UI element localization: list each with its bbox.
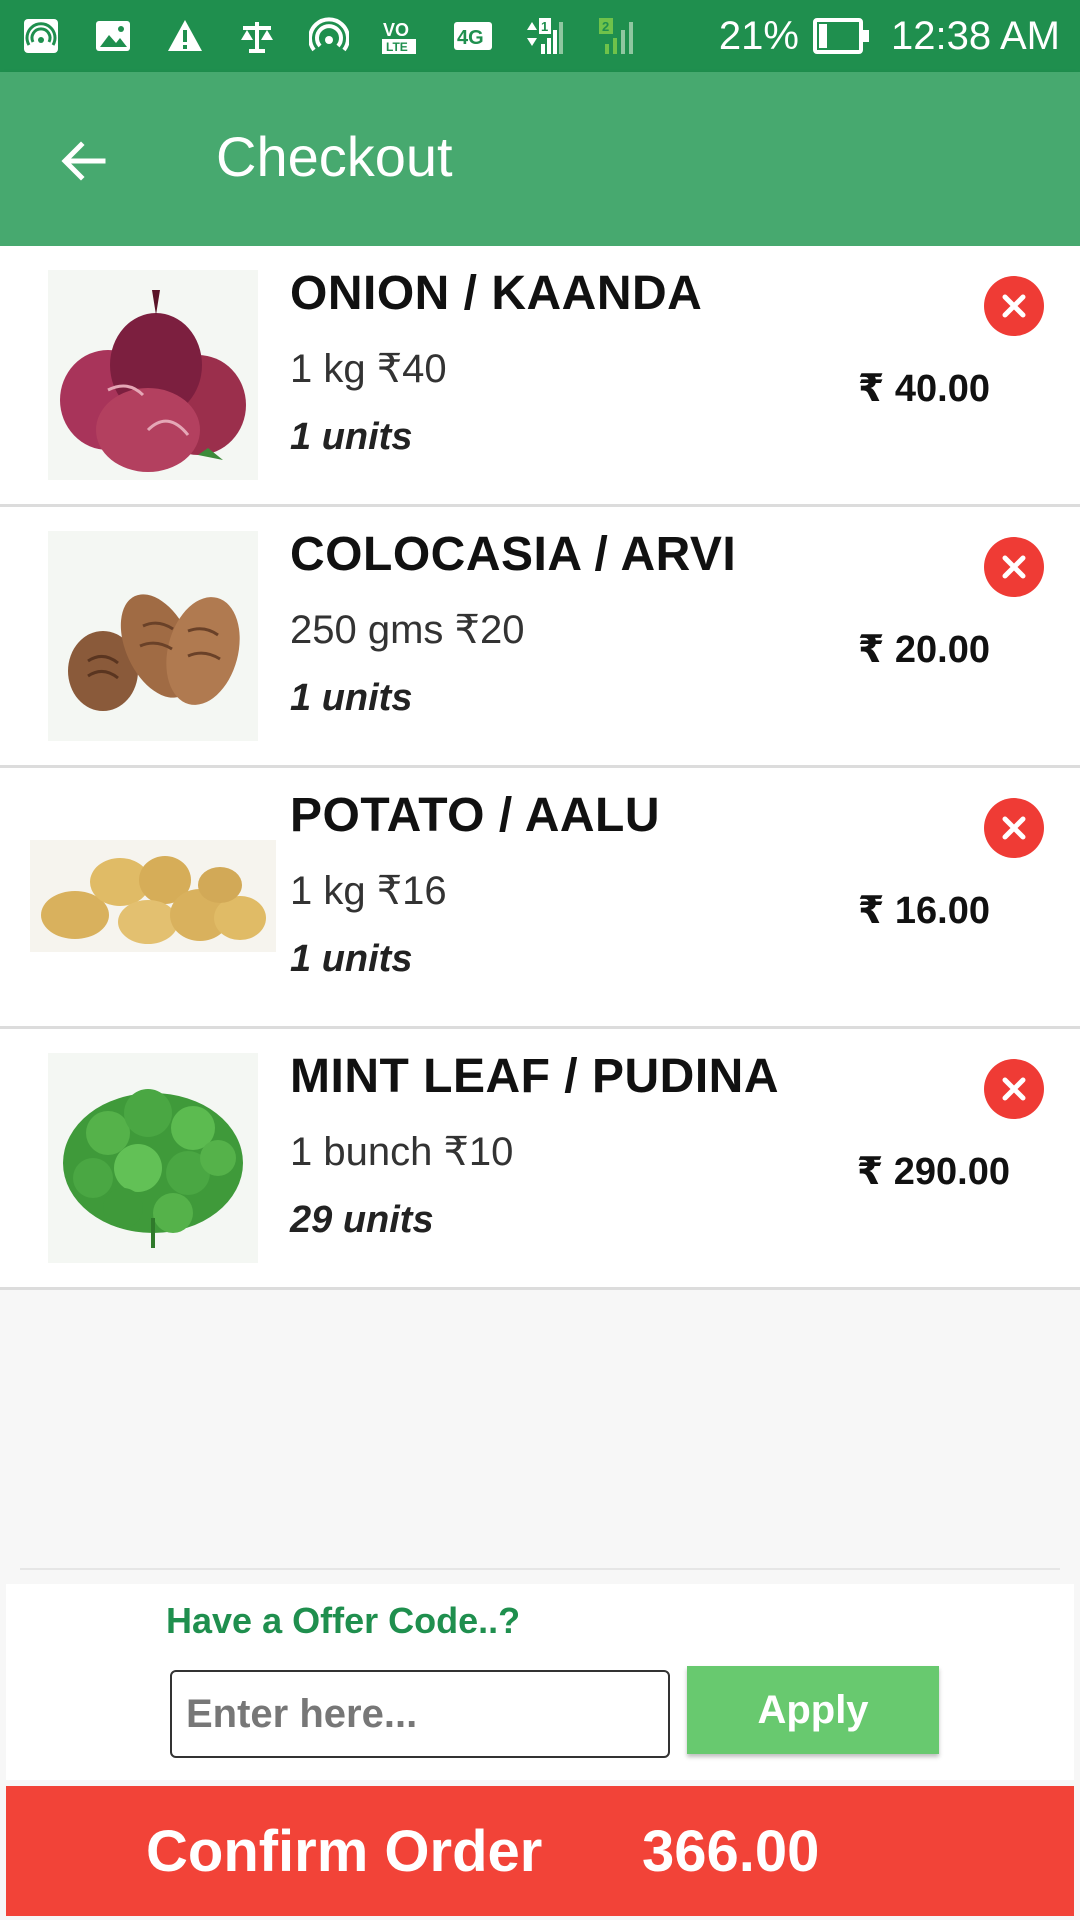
item-quantity: 29 units <box>290 1199 434 1241</box>
battery-icon <box>812 18 869 54</box>
cart-list: ONION / KAANDA 1 kg ₹40 1 units ₹ 40.00 … <box>0 246 1080 1290</box>
svg-text:VO: VO <box>383 20 409 40</box>
status-icons: VO LTE 4G 1 2 <box>20 15 638 57</box>
cart-item-mint: MINT LEAF / PUDINA 1 bunch ₹10 29 units … <box>0 1029 1080 1290</box>
item-name: COLOCASIA / ARVI <box>290 528 737 581</box>
item-unit-price: 1 bunch ₹10 <box>290 1130 514 1174</box>
potato-image <box>30 840 276 952</box>
mint-image <box>48 1053 258 1263</box>
item-unit-price: 250 gms ₹20 <box>290 608 525 652</box>
item-total: ₹ 40.00 <box>857 368 990 410</box>
network-4g-icon: 4G <box>452 15 494 57</box>
cart-item-potato: POTATO / AALU 1 kg ₹16 1 units ₹ 16.00 <box>0 768 1080 1029</box>
gallery-icon <box>92 15 134 57</box>
close-icon <box>1002 294 1026 318</box>
apply-button[interactable]: Apply <box>687 1666 939 1754</box>
onion-image <box>48 270 258 480</box>
offer-code-label: Have a Offer Code..? <box>166 1600 521 1641</box>
clock: 12:38 AM <box>890 13 1060 58</box>
page-title: Checkout <box>216 125 453 188</box>
item-unit-price: 1 kg ₹40 <box>290 347 447 391</box>
item-unit-price: 1 kg ₹16 <box>290 869 447 913</box>
signal-sim2-icon: 2 <box>596 15 638 57</box>
app-bar: Checkout <box>0 72 1080 246</box>
item-quantity: 1 units <box>290 416 413 458</box>
divider <box>20 1568 1060 1570</box>
offer-code-input[interactable] <box>170 1670 670 1758</box>
remove-item-button[interactable] <box>984 798 1044 858</box>
close-icon <box>1002 555 1026 579</box>
arrow-left-icon <box>61 141 106 181</box>
scale-icon <box>236 15 278 57</box>
remove-item-button[interactable] <box>984 276 1044 336</box>
close-icon <box>1002 816 1026 840</box>
signal-sim1-icon: 1 <box>524 15 566 57</box>
item-name: POTATO / AALU <box>290 789 661 842</box>
wireless-icon <box>308 15 350 57</box>
colocasia-image <box>48 531 258 741</box>
cart-item-onion: ONION / KAANDA 1 kg ₹40 1 units ₹ 40.00 <box>0 246 1080 507</box>
svg-text:2: 2 <box>602 19 609 34</box>
back-button[interactable] <box>52 130 114 192</box>
battery-percent: 21% <box>718 13 799 58</box>
remove-item-button[interactable] <box>984 1059 1044 1119</box>
warning-icon <box>164 15 206 57</box>
item-name: ONION / KAANDA <box>290 267 703 320</box>
item-quantity: 1 units <box>290 677 413 719</box>
status-bar: VO LTE 4G 1 2 21% 12:38 AM <box>0 0 1080 72</box>
item-name: MINT LEAF / PUDINA <box>290 1050 779 1103</box>
close-icon <box>1002 1077 1026 1101</box>
confirm-order-label: Confirm Order <box>146 1818 543 1884</box>
order-total-amount: 366.00 <box>642 1818 820 1884</box>
item-total: ₹ 20.00 <box>857 629 990 671</box>
cart-item-colocasia: COLOCASIA / ARVI 250 gms ₹20 1 units ₹ 2… <box>0 507 1080 768</box>
item-total: ₹ 290.00 <box>856 1151 1010 1193</box>
volte-icon: VO LTE <box>380 15 422 57</box>
svg-text:1: 1 <box>541 19 548 34</box>
hotspot-icon <box>20 15 62 57</box>
item-total: ₹ 16.00 <box>857 890 990 932</box>
remove-item-button[interactable] <box>984 537 1044 597</box>
confirm-order-button[interactable]: Confirm Order 366.00 <box>6 1786 1074 1916</box>
svg-text:LTE: LTE <box>386 40 408 54</box>
svg-text:4G: 4G <box>457 27 484 49</box>
status-right: 21% 12:38 AM <box>719 14 1060 59</box>
item-quantity: 1 units <box>290 938 413 980</box>
